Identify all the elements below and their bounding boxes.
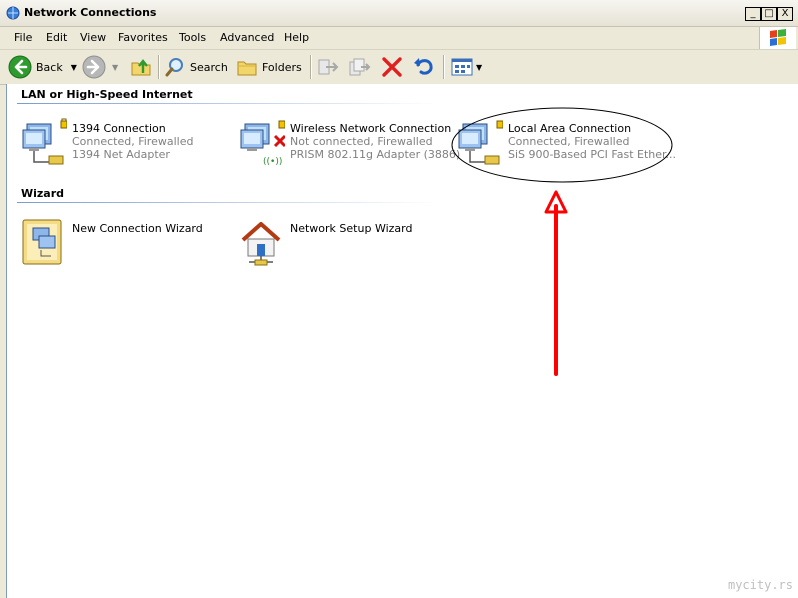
- views-dropdown-icon[interactable]: ▼: [476, 63, 482, 72]
- forward-button[interactable]: ▼: [82, 55, 118, 79]
- group-divider: [17, 202, 437, 203]
- copy-to-button[interactable]: [347, 55, 371, 79]
- connection-status: Not connected, Firewalled: [290, 135, 433, 148]
- group-divider: [17, 103, 437, 104]
- connection-local-area[interactable]: Local Area Connection Connected, Firewal…: [457, 118, 677, 170]
- connection-1394[interactable]: 1394 Connection Connected, Firewalled 13…: [21, 118, 231, 170]
- menu-tools[interactable]: Tools: [179, 31, 206, 44]
- forward-arrow-icon: [82, 55, 106, 79]
- network-connections-icon: [6, 6, 20, 20]
- menu-favorites[interactable]: Favorites: [118, 31, 168, 44]
- network-connection-icon: [458, 120, 503, 165]
- connection-device: 1394 Net Adapter: [72, 148, 170, 161]
- group-header-wizard: Wizard: [21, 187, 65, 200]
- toolbar: Back ▼ ▼ Search Folders ▼: [0, 50, 798, 85]
- connection-status: Connected, Firewalled: [72, 135, 194, 148]
- wizard-name: Network Setup Wizard: [290, 222, 413, 235]
- network-setup-wizard[interactable]: Network Setup Wizard: [239, 218, 449, 270]
- connection-name: 1394 Connection: [72, 122, 166, 135]
- network-connections-window: Network Connections _ □ X File Edit View…: [0, 0, 798, 598]
- menu-file[interactable]: File: [14, 31, 32, 44]
- new-connection-wizard[interactable]: New Connection Wizard: [21, 218, 231, 270]
- menu-bar: File Edit View Favorites Tools Advanced …: [0, 27, 798, 50]
- network-connection-icon: [22, 118, 67, 165]
- connection-text: Local Area Connection Connected, Firewal…: [508, 122, 676, 161]
- toolbar-separator: [443, 55, 445, 79]
- connection-text: Wireless Network Connection Not connecte…: [290, 122, 460, 161]
- delete-button[interactable]: [380, 55, 404, 79]
- search-icon: [165, 58, 183, 77]
- windows-logo: [759, 27, 796, 49]
- connection-wireless[interactable]: ((•)) Wireless Network Connection Not co…: [239, 118, 469, 170]
- search-label: Search: [190, 60, 228, 74]
- svg-text:((•)): ((•)): [263, 157, 282, 167]
- back-dropdown-icon[interactable]: ▼: [71, 63, 77, 72]
- folders-icon: [237, 61, 257, 76]
- home-network-icon: [241, 222, 281, 266]
- close-button[interactable]: X: [777, 7, 793, 21]
- windows-flag-icon: [770, 29, 786, 46]
- wizard-text: New Connection Wizard: [72, 222, 203, 235]
- copy-to-icon: [349, 58, 371, 76]
- up-button[interactable]: [129, 55, 153, 79]
- move-to-icon: [318, 59, 339, 75]
- move-to-button[interactable]: [316, 55, 340, 79]
- connection-name: Local Area Connection: [508, 122, 632, 135]
- connection-device: PRISM 802.11g Adapter (3886): [290, 148, 461, 161]
- folders-button[interactable]: Folders: [236, 55, 302, 79]
- window-title: Network Connections: [24, 6, 157, 19]
- toolbar-separator: [158, 55, 160, 79]
- back-button[interactable]: Back ▼: [8, 55, 77, 79]
- menu-advanced[interactable]: Advanced: [220, 31, 274, 44]
- delete-x-icon: [382, 57, 402, 77]
- group-header-lan: LAN or High-Speed Internet: [21, 88, 193, 101]
- back-label: Back: [36, 60, 63, 74]
- title-bar[interactable]: Network Connections _ □ X: [0, 0, 798, 27]
- undo-button[interactable]: [412, 55, 436, 79]
- views-button[interactable]: ▼: [450, 55, 482, 79]
- connection-text: 1394 Connection Connected, Firewalled 13…: [72, 122, 193, 161]
- wizard-text: Network Setup Wizard: [290, 222, 412, 235]
- menu-edit[interactable]: Edit: [46, 31, 67, 44]
- forward-dropdown-icon[interactable]: ▼: [112, 63, 118, 72]
- folder-up-icon: [131, 59, 151, 76]
- folders-label: Folders: [262, 60, 302, 74]
- menu-view[interactable]: View: [80, 31, 106, 44]
- file-list-pane[interactable]: LAN or High-Speed Internet 1394 Connecti…: [6, 84, 798, 598]
- views-icon: [451, 58, 473, 76]
- connection-name: Wireless Network Connection: [290, 122, 452, 135]
- menu-help[interactable]: Help: [284, 31, 309, 44]
- wireless-connection-icon: ((•)): [240, 120, 285, 167]
- undo-icon: [414, 58, 433, 75]
- connection-device: SiS 900-Based PCI Fast Ether...: [508, 148, 677, 161]
- toolbar-separator: [310, 55, 312, 79]
- minimize-button[interactable]: _: [745, 7, 761, 21]
- new-connection-wizard-icon: [22, 219, 62, 265]
- search-button[interactable]: Search: [164, 55, 228, 79]
- wizard-name: New Connection Wizard: [72, 222, 203, 235]
- back-arrow-icon: [8, 55, 32, 79]
- watermark: mycity.rs: [727, 578, 793, 592]
- connection-status: Connected, Firewalled: [508, 135, 630, 148]
- maximize-button[interactable]: □: [761, 7, 777, 21]
